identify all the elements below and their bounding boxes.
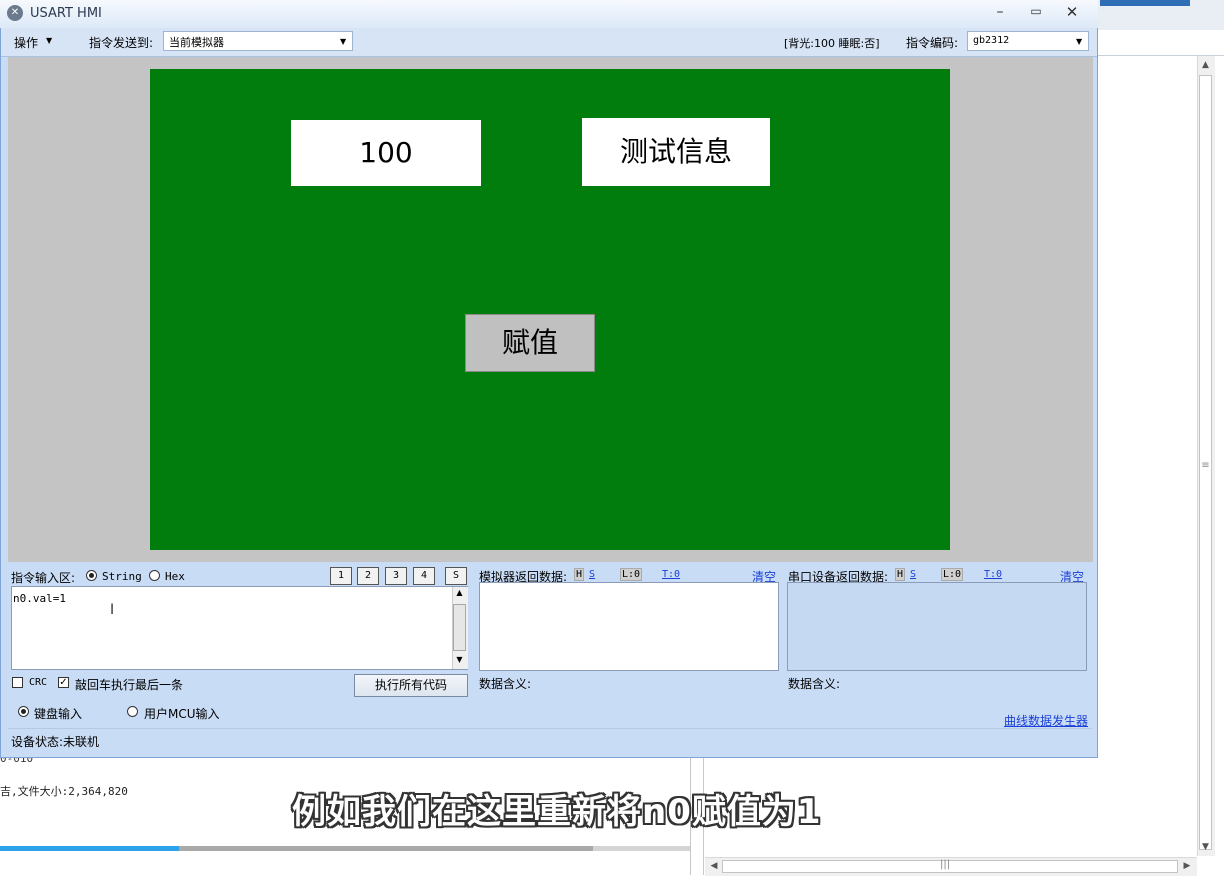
quick-command-button-s[interactable]: S xyxy=(445,567,467,585)
string-mode-radio[interactable] xyxy=(86,570,97,581)
n0-number-component[interactable]: 100 xyxy=(291,120,481,186)
command-input-textarea[interactable] xyxy=(11,586,468,670)
sim-total-counter[interactable]: T:0 xyxy=(662,569,680,580)
encoding-label: 指令编码: xyxy=(906,36,959,50)
command-input-label: 指令输入区: xyxy=(11,571,76,585)
background-file-size-line: 吉,文件大小:2,364,820 xyxy=(0,785,128,798)
crc-label[interactable]: CRC xyxy=(29,677,47,688)
serial-return-box[interactable] xyxy=(787,582,1087,671)
backlight-sleep-status: [背光:100 睡眠:否] xyxy=(784,37,880,50)
sim-data-meaning-label: 数据含义: xyxy=(479,677,532,691)
serial-data-meaning-label: 数据含义: xyxy=(788,677,841,691)
device-status: 设备状态:未联机 xyxy=(11,735,100,749)
background-accent-strip xyxy=(1100,0,1190,6)
keyboard-input-radio[interactable] xyxy=(18,706,29,717)
command-input-text[interactable]: n0.val=1 xyxy=(13,592,66,605)
chevron-down-icon[interactable]: ▼ xyxy=(1076,37,1082,46)
chevron-down-icon[interactable]: ▼ xyxy=(340,37,346,46)
mcu-input-radio[interactable] xyxy=(127,706,138,717)
maximize-button[interactable]: ▭ xyxy=(1026,4,1046,22)
sim-string-toggle[interactable]: S xyxy=(589,569,595,580)
chevron-down-icon[interactable]: ▼ xyxy=(46,36,52,45)
sim-length-counter: L:0 xyxy=(620,568,643,581)
status-bar-divider xyxy=(8,728,1092,729)
app-logo-icon: ✕ xyxy=(7,5,23,21)
serial-length-counter: L:0 xyxy=(941,568,964,581)
sim-length-value: L:0 xyxy=(620,568,643,581)
serial-string-toggle[interactable]: S xyxy=(910,569,916,580)
scroll-up-arrow-icon[interactable]: ▲ xyxy=(452,588,467,597)
quick-command-button-2[interactable]: 2 xyxy=(357,567,379,585)
encoding-value[interactable]: gb2312 xyxy=(973,35,1009,46)
string-mode-label[interactable]: String xyxy=(102,570,142,583)
operate-menu[interactable]: 操作 xyxy=(14,34,38,51)
send-to-value[interactable]: 当前模拟器 xyxy=(169,34,224,50)
serial-hex-label[interactable]: H xyxy=(895,568,906,581)
sim-hex-toggle[interactable]: H xyxy=(574,568,585,581)
scroll-up-arrow-icon[interactable]: ▲ xyxy=(1197,56,1214,74)
enter-execute-label[interactable]: 敲回车执行最后一条 xyxy=(75,676,183,693)
serial-total-counter[interactable]: T:0 xyxy=(984,569,1002,580)
video-subtitle: 例如我们在这里重新将n0赋值为1 xyxy=(292,792,822,832)
grip-icon: ||| xyxy=(940,859,951,870)
close-button[interactable]: ✕ xyxy=(1062,3,1082,21)
hex-mode-radio[interactable] xyxy=(149,570,160,581)
t0-text-component[interactable]: 测试信息 xyxy=(582,118,770,186)
text-cursor-icon: I xyxy=(110,602,115,618)
curve-data-generator-link[interactable]: 曲线数据发生器 xyxy=(1004,712,1088,729)
scroll-down-arrow-icon[interactable]: ▼ xyxy=(1197,838,1214,856)
quick-command-button-4[interactable]: 4 xyxy=(413,567,435,585)
sim-hex-label[interactable]: H xyxy=(574,568,585,581)
enter-execute-checkbox[interactable]: ✓ xyxy=(58,677,69,688)
serial-length-value: L:0 xyxy=(941,568,964,581)
keyboard-input-label[interactable]: 键盘输入 xyxy=(34,705,82,722)
quick-command-button-3[interactable]: 3 xyxy=(385,567,407,585)
video-progress-fill xyxy=(0,846,179,851)
scroll-right-arrow-icon[interactable]: ▶ xyxy=(1179,858,1195,874)
scroll-left-arrow-icon[interactable]: ◀ xyxy=(706,858,722,874)
simulator-screen[interactable] xyxy=(150,69,950,550)
hex-mode-label[interactable]: Hex xyxy=(165,570,185,583)
mcu-input-label[interactable]: 用户MCU输入 xyxy=(144,705,220,722)
crc-checkbox[interactable] xyxy=(12,677,23,688)
window-title: USART HMI xyxy=(30,6,102,21)
run-all-code-button[interactable]: 执行所有代码 xyxy=(354,674,468,697)
send-to-label: 指令发送到: xyxy=(89,36,154,50)
quick-command-button-1[interactable]: 1 xyxy=(330,567,352,585)
minimize-button[interactable]: – xyxy=(990,4,1010,22)
scroll-down-arrow-icon[interactable]: ▼ xyxy=(452,655,467,664)
assign-button[interactable]: 赋值 xyxy=(465,314,595,372)
grip-icon: ≡ xyxy=(1201,460,1210,471)
title-bar[interactable] xyxy=(0,0,1098,28)
command-scroll-thumb[interactable] xyxy=(453,604,466,651)
simulator-return-box[interactable] xyxy=(479,582,779,671)
serial-hex-toggle[interactable]: H xyxy=(895,568,906,581)
